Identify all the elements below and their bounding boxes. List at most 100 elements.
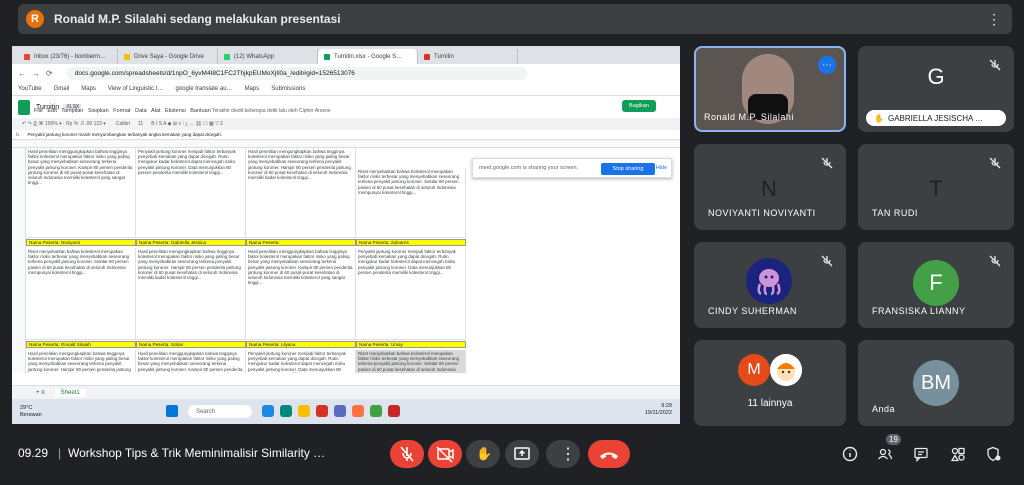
menu-bar[interactable]: File Edit Tampilan Sisipkan Format Data … bbox=[34, 108, 211, 114]
firefox-icon[interactable] bbox=[352, 405, 364, 417]
participant-name: CINDY SUHERMAN bbox=[708, 306, 797, 316]
participant-name: FRANSISKA LIANNY bbox=[872, 306, 966, 316]
name-row[interactable]: Nama Peserta: Ronald Sitaiah bbox=[26, 341, 136, 348]
weather-widget[interactable]: 29°C Berawan bbox=[20, 405, 42, 419]
grid-cell[interactable]: Hasil penelitian menggungkapkan bahwa ti… bbox=[246, 248, 356, 340]
participant-avatar: M bbox=[738, 354, 770, 386]
leave-call-button[interactable] bbox=[588, 440, 630, 468]
add-sheet-icon[interactable]: + ≡ bbox=[36, 390, 45, 396]
participant-name: NOVIYANTI NOVIYANTI bbox=[708, 208, 816, 218]
chrome-icon[interactable] bbox=[298, 405, 310, 417]
camera-toggle-button[interactable] bbox=[428, 440, 462, 468]
name-row[interactable]: Nama Peserta: bbox=[246, 239, 356, 246]
grid-cell[interactable]: Hasil penelitian mengungkapkan bahwa tin… bbox=[246, 148, 356, 238]
participant-tile[interactable]: T TAN RUDI bbox=[858, 144, 1014, 230]
grid-cell[interactable]: Riset menyebutkan bahwa kolesterol merup… bbox=[356, 350, 466, 373]
bookmark[interactable]: Maps bbox=[81, 86, 96, 92]
participant-tile-presenter[interactable]: ⋯ Ronald M.P. Silalahi bbox=[694, 46, 846, 132]
powerpoint-icon[interactable] bbox=[388, 405, 400, 417]
stop-sharing-button[interactable]: Stop sharing bbox=[601, 163, 655, 175]
formula-text: Penyakit jantung koroner masih menyumban… bbox=[27, 132, 223, 137]
excel-icon[interactable] bbox=[370, 405, 382, 417]
browser-tab[interactable]: Turnitin bbox=[418, 49, 518, 64]
drive-icon bbox=[124, 53, 130, 60]
bookmark[interactable]: google translate au… bbox=[176, 86, 233, 92]
grid-cell[interactable]: Penyakit jantung koroner menjadi faktor … bbox=[246, 350, 356, 373]
formula-bar[interactable]: fx Penyakit jantung koroner masih menyum… bbox=[12, 130, 680, 140]
browser-tab-active[interactable]: Turnitin.xlsx - Google S… bbox=[318, 49, 418, 64]
more-options-button[interactable]: ⋮ bbox=[546, 440, 580, 468]
sheets-logo-icon bbox=[18, 99, 30, 115]
participant-tile[interactable]: N NOVIYANTI NOVIYANTI bbox=[694, 144, 846, 230]
participant-tile[interactable]: G ✋ GABRIELLA JESISCHA … bbox=[858, 46, 1014, 132]
host-controls-icon[interactable] bbox=[986, 446, 1002, 462]
name-row[interactable]: Nama Peserta: Zulearns bbox=[356, 239, 466, 246]
name-row[interactable]: Nama Peserta: Sobar bbox=[136, 341, 246, 348]
octopus-avatar-icon bbox=[746, 258, 792, 304]
browser-tab[interactable]: Drive Saya - Google Drive bbox=[118, 49, 218, 64]
font-select[interactable]: Calibri bbox=[116, 121, 130, 127]
bookmark[interactable]: Submissions bbox=[271, 86, 305, 92]
font-size[interactable]: 11 bbox=[138, 121, 143, 127]
participant-tile[interactable]: CINDY SUHERMAN bbox=[694, 242, 846, 328]
participant-name: Anda bbox=[872, 404, 896, 414]
hide-button[interactable]: Hide bbox=[656, 165, 667, 171]
gmail-icon bbox=[24, 53, 30, 60]
bookmark[interactable]: View of Linguistic I… bbox=[108, 86, 164, 92]
sheets-header: Turnitin .XLSX File Edit Tampilan Sisipk… bbox=[12, 96, 680, 118]
grid-cell[interactable]: Hasil penelitian menggungkapkan bahwa ti… bbox=[136, 350, 246, 373]
people-icon[interactable] bbox=[877, 446, 893, 462]
bookmark[interactable]: YouTube bbox=[18, 86, 42, 92]
present-screen-button[interactable] bbox=[505, 440, 539, 468]
grid-cell[interactable]: Hasil penelitian mengungkapkan bahwa tin… bbox=[26, 350, 136, 373]
taskbar-search[interactable]: Search bbox=[188, 405, 252, 418]
undo-redo-print-icon[interactable]: ↶ ↷ ⎙ ⌘ 100% ▾ · Rp % .0 .00 123 ▾ bbox=[22, 121, 106, 127]
grid-cell[interactable]: Riset menyebutkan bahwa kolesterol merup… bbox=[26, 248, 136, 340]
raise-hand-button[interactable]: ✋ bbox=[466, 440, 500, 468]
name-row[interactable]: Nama Peserta: Gabriella Jessica bbox=[136, 239, 246, 246]
self-tile[interactable]: BM Anda bbox=[858, 340, 1014, 426]
office-icon[interactable] bbox=[316, 405, 328, 417]
grid-cell[interactable]: Hasil penelitian menggungkapkan bahwa ti… bbox=[26, 148, 136, 238]
name-row[interactable]: Nama Peserta: Umay bbox=[356, 341, 466, 348]
taskbar-clock[interactable]: 9:29 19/11/2022 bbox=[645, 403, 672, 417]
browser-tab-strip: Inbox (23/76) - bomberm… Drive Saya - Go… bbox=[12, 46, 680, 64]
store-icon[interactable] bbox=[334, 405, 346, 417]
grid-cell[interactable]: Hasil penelitian mengungkapkan bahwa tin… bbox=[136, 248, 246, 340]
activities-icon[interactable] bbox=[950, 446, 966, 462]
mic-off-icon bbox=[821, 255, 833, 267]
nav-arrows-icon[interactable]: ←→⟳ bbox=[18, 69, 59, 78]
share-button[interactable]: Bagikan bbox=[622, 100, 656, 112]
last-edit-note[interactable]: Terakhir diedit beberapa detik lalu oleh… bbox=[212, 108, 331, 114]
browser-tab[interactable]: Inbox (23/76) - bomberm… bbox=[18, 49, 118, 64]
others-tile[interactable]: M 11 lainnya bbox=[694, 340, 846, 426]
taskbar-apps bbox=[262, 405, 400, 417]
edge-icon[interactable] bbox=[280, 405, 292, 417]
grid-cell[interactable]: Riset menyebutkan bahwa kolesterol merup… bbox=[356, 168, 466, 238]
presenter-avatar: R bbox=[26, 10, 44, 28]
sheet-tab[interactable]: Sheet1 bbox=[54, 388, 86, 397]
browser-tab[interactable]: (12) WhatsApp bbox=[218, 49, 318, 64]
more-options-icon[interactable]: ⋯ bbox=[818, 56, 836, 74]
file-explorer-icon[interactable] bbox=[262, 405, 274, 417]
mic-toggle-button[interactable] bbox=[390, 440, 424, 468]
grid-cell[interactable]: Penyakit jantung koroner menjadi faktor … bbox=[356, 248, 466, 340]
participant-tile[interactable]: F FRANSISKA LIANNY bbox=[858, 242, 1014, 328]
column-headers bbox=[12, 140, 680, 148]
address-bar-row: ←→⟳ docs.google.com/spreadsheets/d/1npO_… bbox=[12, 64, 680, 82]
others-count: 11 lainnya bbox=[747, 398, 793, 409]
participant-avatar: T bbox=[929, 176, 943, 201]
name-row[interactable]: Nama Peserta: Lilyana bbox=[246, 341, 356, 348]
windows-start-icon[interactable] bbox=[166, 405, 178, 417]
bookmark[interactable]: Maps bbox=[245, 86, 260, 92]
more-options-icon[interactable]: ⋮ bbox=[987, 11, 1002, 28]
grid-cell[interactable]: Penyakit jantung koroner menjadi faktor … bbox=[136, 148, 246, 238]
chat-icon[interactable] bbox=[913, 446, 929, 462]
bookmark[interactable]: Gmail bbox=[54, 86, 70, 92]
name-row[interactable]: Nama Peserta: Noviyanti bbox=[26, 239, 136, 246]
info-icon[interactable] bbox=[842, 446, 858, 462]
url-field[interactable]: docs.google.com/spreadsheets/d/1npO_6yvM… bbox=[66, 66, 527, 80]
participant-name: Ronald M.P. Silalahi bbox=[704, 112, 794, 122]
format-icons[interactable]: B I S A ◆ ⊞ ≡ ⫶ ⤓ ↔ ⛓ ☐ ▦ ▽ Σ bbox=[151, 121, 223, 127]
screen-share-notice: meet.google.com is sharing your screen. … bbox=[472, 158, 672, 178]
